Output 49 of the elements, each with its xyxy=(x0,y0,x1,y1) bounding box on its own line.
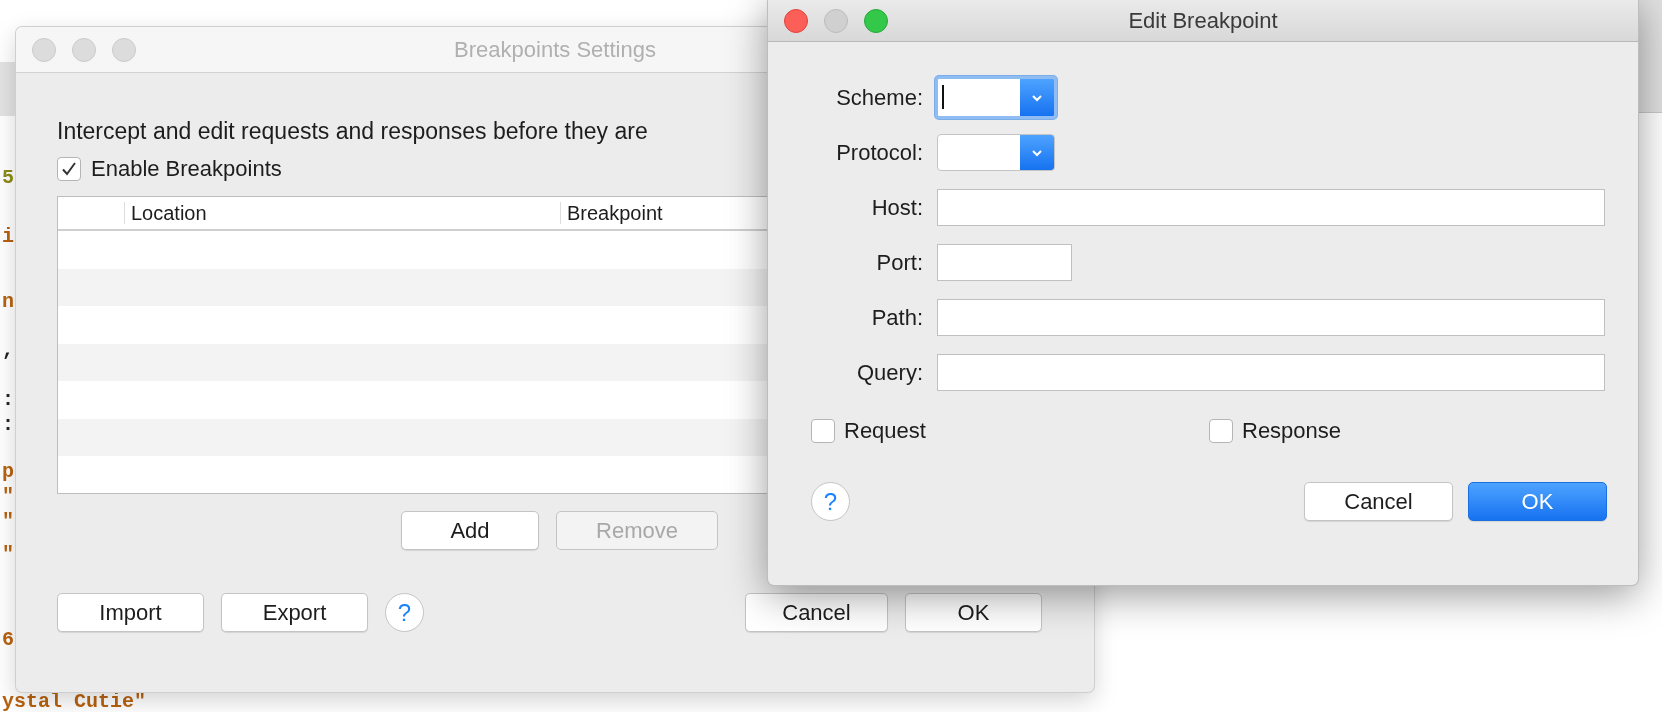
description-text: Intercept and edit requests and responses before they are xyxy=(57,117,649,146)
code-text: n xyxy=(2,292,14,312)
combo-box[interactable] xyxy=(935,76,1057,119)
input-field[interactable] xyxy=(937,189,1605,226)
checkbox-label: Enable Breakpoints xyxy=(91,156,282,182)
window-control-icon[interactable] xyxy=(824,8,848,33)
dialog-button[interactable]: Cancel xyxy=(1304,482,1453,521)
code-text: ystal Cutie" xyxy=(2,692,147,712)
code-text: 5 xyxy=(2,168,14,188)
input-field[interactable] xyxy=(937,354,1605,391)
enable-checkbox[interactable] xyxy=(57,157,81,181)
dialog-button[interactable]: Cancel xyxy=(745,593,888,632)
window-control-icon[interactable] xyxy=(32,37,56,62)
window-control-icon[interactable] xyxy=(72,37,96,62)
combo-box[interactable] xyxy=(937,134,1055,171)
checkbox[interactable] xyxy=(811,419,835,443)
code-text: " xyxy=(2,487,14,507)
checkbox-label: Response xyxy=(1242,418,1342,444)
column-header[interactable]: Location xyxy=(131,201,207,225)
column-header[interactable]: Breakpoint xyxy=(567,201,663,225)
list-action-button[interactable]: Add xyxy=(401,511,539,550)
field-label: Port: xyxy=(875,249,923,276)
code-text: " xyxy=(2,545,14,565)
window-control-icon[interactable] xyxy=(112,37,136,62)
help-button[interactable]: ? xyxy=(811,482,850,521)
field-label: Protocol: xyxy=(835,139,923,166)
field-label: Host: xyxy=(870,194,923,221)
footer-button[interactable]: Export xyxy=(221,593,368,632)
checkbox-label: Request xyxy=(844,418,926,444)
help-button[interactable]: ? xyxy=(385,593,424,632)
window-control-icon[interactable] xyxy=(864,8,888,33)
window-title: Edit Breakpoint xyxy=(1128,7,1278,34)
window-control-icon[interactable] xyxy=(784,8,808,33)
footer-button[interactable]: Import xyxy=(57,593,204,632)
code-text: p xyxy=(2,462,14,482)
code-text: , xyxy=(2,340,14,360)
code-text: i xyxy=(2,227,14,247)
code-text: 6 xyxy=(2,630,14,650)
code-text: " xyxy=(2,512,14,532)
dialog-button[interactable]: OK xyxy=(905,593,1042,632)
code-text: : xyxy=(2,390,14,410)
checkbox[interactable] xyxy=(1209,419,1233,443)
field-label: Path: xyxy=(870,304,923,331)
window-title: Breakpoints Settings xyxy=(454,36,656,63)
field-label: Query: xyxy=(855,359,923,386)
input-field[interactable] xyxy=(937,299,1605,336)
code-text: : xyxy=(2,415,14,435)
input-field[interactable] xyxy=(937,244,1072,281)
field-label: Scheme: xyxy=(835,84,923,111)
